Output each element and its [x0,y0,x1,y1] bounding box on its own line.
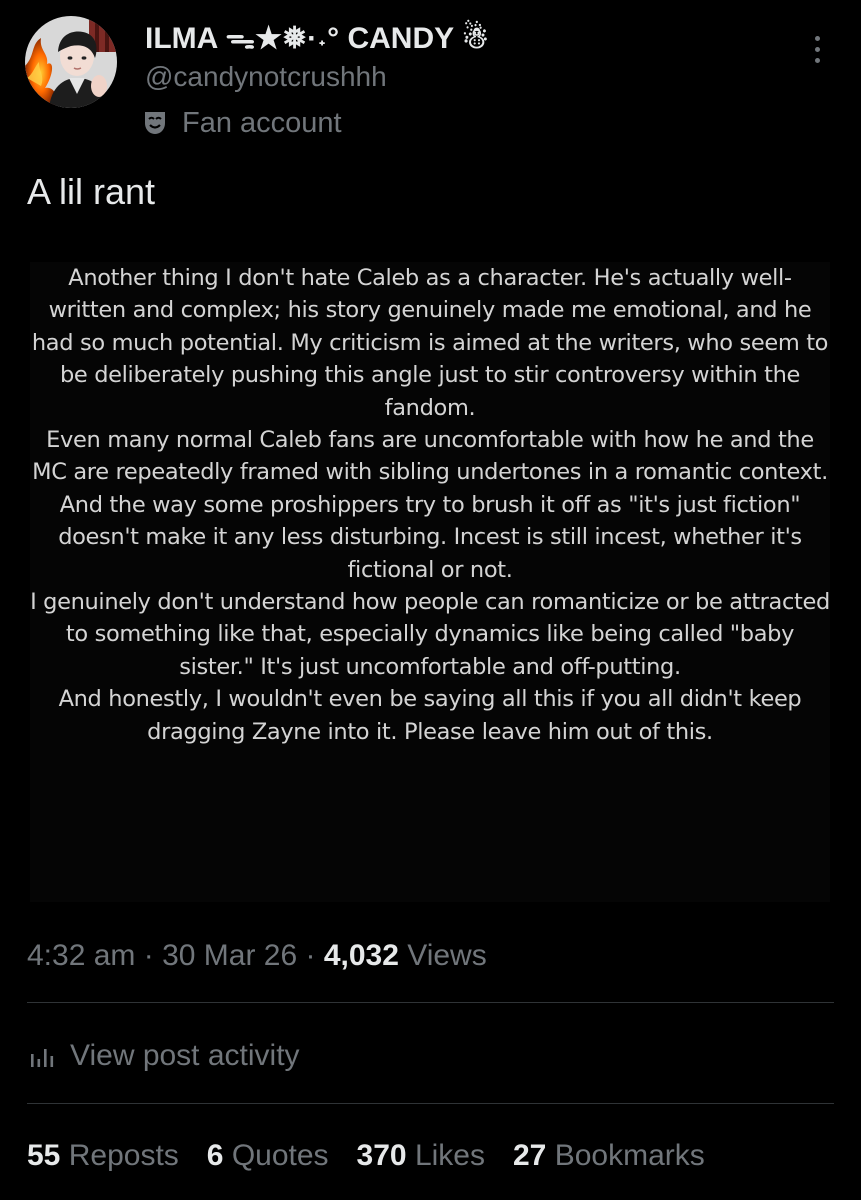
post-text: A lil rant [27,171,156,212]
bar-chart-icon [31,1049,54,1067]
image-text-paragraph: Another thing I don't hate Caleb as a ch… [31,265,829,421]
view-post-activity-button[interactable]: View post activity [30,1034,300,1078]
quotes-label: Quotes [231,1139,329,1172]
image-text-paragraph: I genuinely don't understand how people … [30,589,830,680]
post-date[interactable]: 30 Mar 26 [162,939,297,972]
views-count: 4,032 [323,939,399,972]
quotes-stat[interactable]: 6 Quotes [207,1135,329,1177]
reposts-label: Reposts [68,1139,179,1172]
meta-separator: · [297,939,324,972]
quotes-count: 6 [206,1139,224,1172]
divider [27,1103,834,1104]
engagement-stats: 55 Reposts 6 Quotes 370 Likes 27 Bookmar… [27,1135,733,1177]
bookmarks-count: 27 [513,1139,547,1172]
author-info: ILMA ᯓ★❅·˖° CANDY ☃︎ @candynotcrushhh Fa… [145,22,489,142]
likes-stat[interactable]: 370 Likes [357,1135,485,1177]
likes-label: Likes [414,1139,485,1172]
post-time[interactable]: 4:32 am [27,939,135,972]
views-label: Views [398,939,487,972]
display-name[interactable]: ILMA ᯓ★❅·˖° CANDY ☃︎ [145,22,489,56]
post-image[interactable]: Another thing I don't hate Caleb as a ch… [30,262,830,902]
account-label-text: Fan account [182,106,342,139]
reposts-stat[interactable]: 55 Reposts [27,1135,179,1177]
view-post-activity-label: View post activity [70,1039,300,1072]
divider [27,1002,834,1003]
post-meta: 4:32 am · 30 Mar 26 · 4,032 Views [27,934,487,978]
account-label: Fan account [145,104,489,142]
handle[interactable]: @candynotcrushhh [145,58,489,96]
theater-mask-icon [145,112,165,134]
bookmarks-label: Bookmarks [554,1139,705,1172]
likes-count: 370 [356,1139,407,1172]
image-text-paragraph: Even many normal Caleb fans are uncomfor… [32,427,828,583]
reposts-count: 55 [27,1139,61,1172]
avatar[interactable] [25,16,117,108]
meta-separator: · [135,939,163,972]
bookmarks-stat[interactable]: 27 Bookmarks [513,1135,705,1177]
image-text-paragraph: And honestly, I wouldn't even be saying … [58,686,802,745]
post-header: ILMA ᯓ★❅·˖° CANDY ☃︎ @candynotcrushhh Fa… [25,14,845,154]
more-options-icon[interactable] [811,36,823,68]
